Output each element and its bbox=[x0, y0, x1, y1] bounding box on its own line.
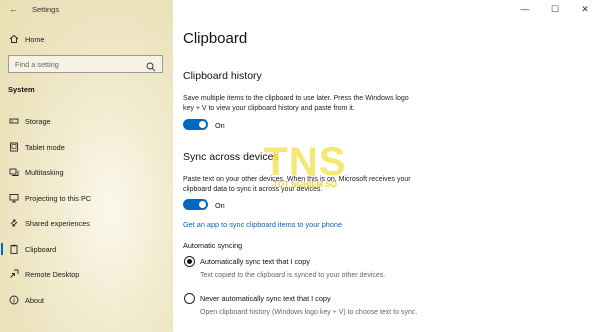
window-controls: — ☐ ✕ bbox=[510, 0, 600, 18]
search-box[interactable] bbox=[8, 55, 163, 73]
clipboard-icon bbox=[9, 244, 19, 254]
sidebar-item-label: Home bbox=[25, 34, 45, 44]
maximize-button[interactable]: ☐ bbox=[540, 0, 570, 18]
page-title: Clipboard bbox=[183, 30, 248, 47]
automatic-syncing-heading: Automatic syncing bbox=[183, 241, 243, 250]
tablet-mode-icon bbox=[9, 142, 19, 152]
storage-icon bbox=[9, 116, 19, 126]
multitasking-icon bbox=[9, 167, 19, 177]
sidebar-item-tablet-mode[interactable]: Tablet mode bbox=[0, 137, 173, 157]
app-title: Settings bbox=[32, 5, 60, 14]
auto-sync-label: Automatically sync text that I copy bbox=[200, 257, 310, 266]
sidebar-item-remote-desktop[interactable]: Remote Desktop bbox=[0, 264, 173, 284]
sidebar-item-storage[interactable]: Storage bbox=[0, 111, 173, 131]
sidebar-item-clipboard[interactable]: Clipboard bbox=[0, 239, 173, 259]
close-button[interactable]: ✕ bbox=[570, 0, 600, 18]
about-icon bbox=[9, 295, 19, 305]
sidebar-item-label: Tablet mode bbox=[25, 142, 65, 152]
remote-desktop-icon bbox=[9, 269, 19, 279]
sidebar-item-multitasking[interactable]: Multitasking bbox=[0, 162, 173, 182]
sidebar-item-projecting[interactable]: Projecting to this PC bbox=[0, 188, 173, 208]
sidebar-item-label: Remote Desktop bbox=[25, 269, 80, 279]
never-sync-desc: Open clipboard history (Windows logo key… bbox=[200, 309, 418, 316]
never-sync-radio[interactable] bbox=[184, 293, 195, 304]
back-arrow-icon[interactable]: ← bbox=[9, 4, 18, 14]
sidebar-item-label: Storage bbox=[25, 116, 51, 126]
search-icon bbox=[146, 59, 156, 77]
clipboard-history-heading: Clipboard history bbox=[183, 70, 262, 82]
sidebar-item-label: About bbox=[25, 295, 45, 305]
main-panel: — ☐ ✕ Clipboard Clipboard history Save m… bbox=[173, 0, 600, 332]
sidebar-item-shared-experiences[interactable]: Shared experiences bbox=[0, 213, 173, 233]
clipboard-history-toggle-label: On bbox=[215, 121, 225, 130]
shared-experiences-icon bbox=[9, 218, 19, 228]
sidebar-item-label: Shared experiences bbox=[25, 218, 90, 228]
never-sync-label: Never automatically sync text that I cop… bbox=[200, 294, 331, 303]
clipboard-history-desc: Save multiple items to the clipboard to … bbox=[183, 95, 409, 112]
sidebar-item-label: Clipboard bbox=[25, 244, 57, 254]
sidebar-item-label: Multitasking bbox=[25, 167, 64, 177]
minimize-button[interactable]: — bbox=[510, 0, 540, 18]
sync-toggle-label: On bbox=[215, 201, 225, 210]
home-icon bbox=[9, 34, 19, 44]
projecting-icon bbox=[9, 193, 19, 203]
clipboard-history-toggle[interactable] bbox=[183, 119, 208, 130]
sidebar: ← Settings Home System Storage Tablet mo… bbox=[0, 0, 173, 332]
sync-app-link[interactable]: Get an app to sync clipboard items to yo… bbox=[183, 220, 342, 229]
sync-heading: Sync across devices bbox=[183, 151, 279, 163]
sidebar-item-home[interactable]: Home bbox=[0, 29, 173, 49]
sidebar-item-about[interactable]: About bbox=[0, 290, 173, 310]
sync-toggle[interactable] bbox=[183, 199, 208, 210]
section-header: System bbox=[8, 85, 35, 94]
auto-sync-desc: Text copied to the clipboard is synced t… bbox=[200, 272, 386, 279]
auto-sync-radio[interactable] bbox=[184, 256, 195, 267]
sync-desc: Paste text on your other devices. When t… bbox=[183, 176, 411, 193]
sidebar-item-label: Projecting to this PC bbox=[25, 193, 92, 203]
search-input[interactable] bbox=[9, 59, 144, 69]
